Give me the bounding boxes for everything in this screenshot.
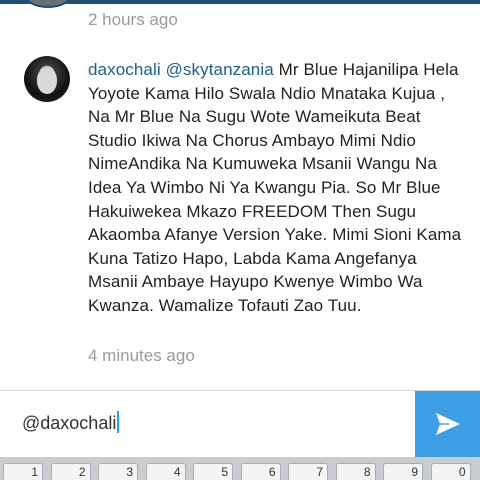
key-2[interactable]: 2 [50,463,91,480]
reply-input-value: @daxochali [22,413,117,433]
key-3[interactable]: 3 [98,463,138,480]
key-0[interactable]: 0 [430,463,471,480]
key-6[interactable]: 6 [240,463,281,480]
key-5[interactable]: 5 [193,463,233,480]
key-8[interactable]: 8 [335,463,376,480]
keyboard-number-row: 1234567890 [0,457,480,480]
key-1[interactable]: 1 [3,463,43,480]
send-button[interactable] [415,391,480,457]
comment-body: daxochali @skytanzania Mr Blue Hajanilip… [88,58,468,318]
avatar[interactable] [24,56,70,102]
previous-comment-strip [0,0,480,4]
previous-avatar[interactable] [24,0,72,8]
comment-username[interactable]: daxochali [88,60,161,79]
previous-comment-time: 2 hours ago [88,10,178,29]
key-9[interactable]: 9 [383,463,423,480]
comment-time: 4 minutes ago [88,346,195,365]
key-4[interactable]: 4 [145,463,186,480]
text-caret [117,411,120,433]
send-arrow-icon [435,413,460,435]
reply-input[interactable]: @daxochali [22,411,402,439]
reply-bar: @daxochali [0,391,480,457]
comment-text: Mr Blue Hajanilipa Hela Yoyote Kama Hilo… [88,60,462,315]
comment-mention[interactable]: @skytanzania [166,60,274,79]
key-7[interactable]: 7 [288,463,328,480]
